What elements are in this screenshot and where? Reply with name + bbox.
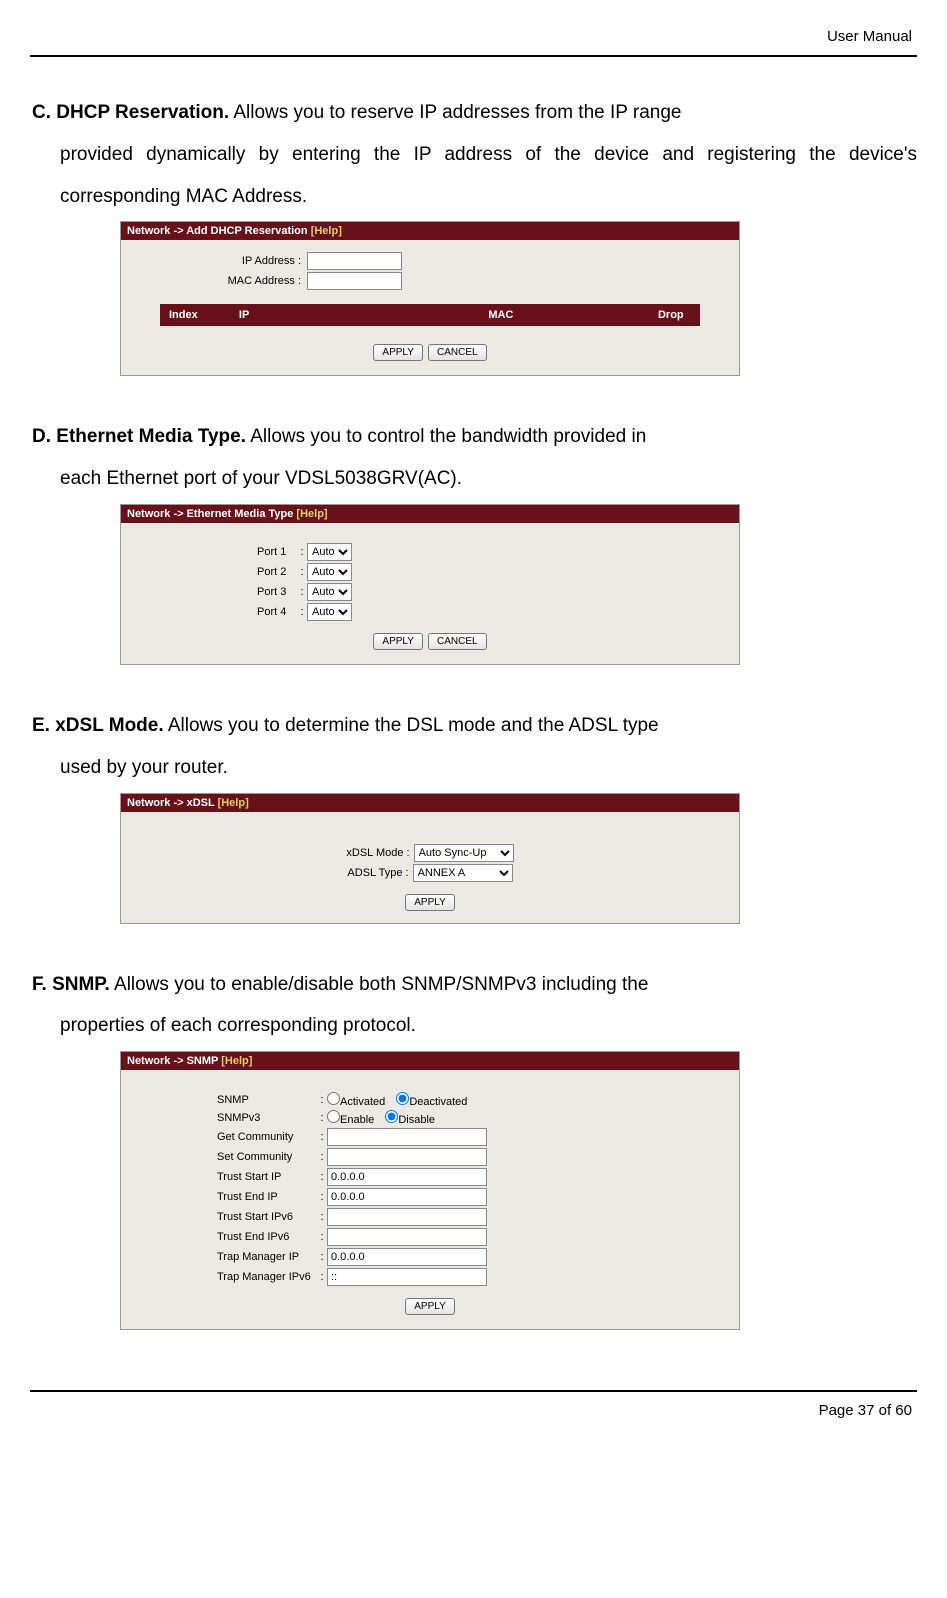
ts-label: Trust Start IP [127,1171,317,1183]
snmp-panel: Network -> SNMP [Help] SNMP: Activated D… [120,1051,740,1330]
xdsl-label: xDSL Mode : [346,847,413,859]
ip-input[interactable] [307,252,402,270]
port-label: Port 3 [127,586,297,598]
th-ip: IP [230,305,479,326]
port-label: Port 1 [127,546,297,558]
help-link[interactable]: [Help] [218,797,249,809]
section-letter: C. [32,102,51,123]
panel-title: Network -> Add DHCP Reservation [Help] [121,222,739,240]
page-total: of 60 [879,1402,912,1419]
reservation-table: Index IP MAC Drop [160,304,700,326]
panel-title: Network -> xDSL [Help] [121,794,739,812]
section-letter: F. [32,974,47,995]
getc-input[interactable] [327,1128,487,1146]
snmpv3-enable-radio[interactable] [327,1110,340,1123]
section-title: Ethernet Media Type. [56,426,246,447]
xdsl-select[interactable]: Auto Sync-Up [414,844,514,862]
tm6-input[interactable] [327,1268,487,1286]
section-title: SNMP. [52,974,110,995]
te6-input[interactable] [327,1228,487,1246]
section-e: E. xDSL Mode. Allows you to determine th… [30,705,917,924]
section-letter: E. [32,715,50,736]
section-title: DHCP Reservation. [56,102,229,123]
apply-button[interactable]: APPLY [373,344,423,361]
snmp-label: SNMP [127,1094,317,1106]
port-label: Port 4 [127,606,297,618]
section-title: xDSL Mode. [55,715,163,736]
port1-select[interactable]: Auto [307,543,352,561]
apply-button[interactable]: APPLY [373,633,423,650]
ip-label: IP Address : [127,255,307,267]
panel-title: Network -> SNMP [Help] [121,1052,739,1070]
th-mac: MAC [480,305,650,326]
apply-button[interactable]: APPLY [405,1298,455,1315]
deactivated-label: Deactivated [409,1096,467,1108]
activated-label: Activated [340,1096,385,1108]
section-f: F. SNMP. Allows you to enable/disable bo… [30,964,917,1331]
section-c: C. DHCP Reservation. Allows you to reser… [30,92,917,376]
ts-input[interactable] [327,1168,487,1186]
te6-label: Trust End IPv6 [127,1231,317,1243]
th-index: Index [161,305,231,326]
adsl-select[interactable]: ANNEX A [413,864,513,882]
snmpv3-label: SNMPv3 [127,1112,317,1124]
adsl-label: ADSL Type : [347,867,412,879]
snmp-activated-radio[interactable] [327,1092,340,1105]
section-lead: Allows you to enable/disable both SNMP/S… [110,974,649,995]
mac-input[interactable] [307,272,402,290]
footer: Page 37 of 60 [30,1390,917,1419]
disable-label: Disable [398,1114,435,1126]
snmpv3-disable-radio[interactable] [385,1110,398,1123]
section-body: each Ethernet port of your VDSL5038GRV(A… [32,458,917,500]
section-d: D. Ethernet Media Type. Allows you to co… [30,416,917,665]
cancel-button[interactable]: CANCEL [428,344,487,361]
port2-select[interactable]: Auto [307,563,352,581]
cancel-button[interactable]: CANCEL [428,633,487,650]
section-body: used by your router. [32,747,917,789]
help-link[interactable]: [Help] [311,225,342,237]
port-label: Port 2 [127,566,297,578]
section-body: properties of each corresponding protoco… [32,1005,917,1047]
snmp-deactivated-radio[interactable] [396,1092,409,1105]
section-lead: Allows you to reserve IP addresses from … [229,102,681,123]
setc-input[interactable] [327,1148,487,1166]
ts6-label: Trust Start IPv6 [127,1211,317,1223]
section-letter: D. [32,426,51,447]
page-number: Page 37 [819,1402,875,1419]
ethernet-panel: Network -> Ethernet Media Type [Help] Po… [120,504,740,665]
mac-label: MAC Address : [127,275,307,287]
ts6-input[interactable] [327,1208,487,1226]
enable-label: Enable [340,1114,374,1126]
apply-button[interactable]: APPLY [405,894,455,911]
panel-title: Network -> Ethernet Media Type [Help] [121,505,739,523]
section-lead: Allows you to control the bandwidth prov… [246,426,646,447]
xdsl-panel: Network -> xDSL [Help] xDSL Mode : Auto … [120,793,740,924]
section-body: provided dynamically by entering the IP … [32,134,917,218]
setc-label: Set Community [127,1151,317,1163]
te-input[interactable] [327,1188,487,1206]
section-lead: Allows you to determine the DSL mode and… [164,715,659,736]
tm-label: Trap Manager IP [127,1251,317,1263]
tm-input[interactable] [327,1248,487,1266]
port4-select[interactable]: Auto [307,603,352,621]
help-link[interactable]: [Help] [296,508,327,520]
getc-label: Get Community [127,1131,317,1143]
te-label: Trust End IP [127,1191,317,1203]
header-title: User Manual [30,20,917,57]
tm6-label: Trap Manager IPv6 [127,1271,317,1283]
port3-select[interactable]: Auto [307,583,352,601]
help-link[interactable]: [Help] [221,1055,252,1067]
th-drop: Drop [649,305,699,326]
dhcp-panel: Network -> Add DHCP Reservation [Help] I… [120,221,740,376]
